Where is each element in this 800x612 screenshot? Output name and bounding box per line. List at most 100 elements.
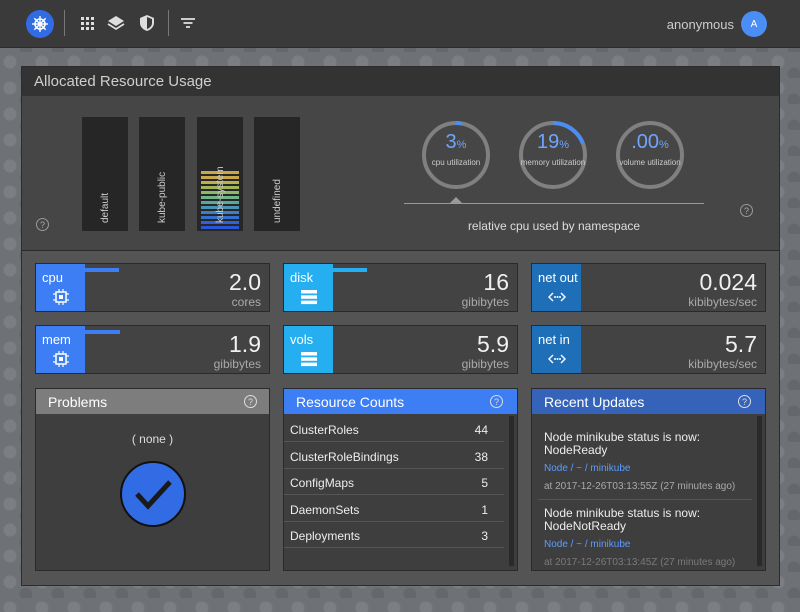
top-bar: anonymous A — [0, 0, 800, 48]
resource-count-row[interactable]: ClusterRoleBindings 38 — [284, 443, 504, 469]
resource-count-row[interactable]: ConfigMaps 5 — [284, 469, 504, 495]
metric-unit: gibibytes — [213, 357, 261, 371]
metric-icon-box: disk — [284, 264, 333, 311]
panel-title: Recent Updates — [532, 389, 765, 414]
usage-bar — [201, 226, 239, 229]
database-icon — [300, 289, 318, 305]
help-icon[interactable]: ? — [490, 395, 503, 408]
metric-icon-box: mem — [36, 326, 85, 373]
update-link[interactable]: Node / ~ / minikube — [544, 463, 630, 474]
metric-unit: cores — [231, 295, 261, 309]
toolbar-divider — [64, 10, 65, 36]
metric-icon-box: net out — [532, 264, 581, 311]
resource-label: ConfigMaps — [290, 476, 355, 490]
gauge-value: 3% — [445, 131, 467, 153]
user-name[interactable]: anonymous — [667, 17, 734, 32]
problems-status: ( none ) — [131, 432, 174, 446]
grid-icon[interactable] — [78, 14, 98, 34]
allocated-resource-usage-panel: Allocated Resource Usage ? default kube-… — [22, 67, 779, 251]
resource-count: 5 — [481, 476, 488, 490]
metric-tile-mem[interactable]: mem 1.9 gibibytes — [35, 325, 270, 374]
chip-icon — [52, 289, 70, 305]
memory-utilization-gauge[interactable]: 19% memory utilization — [517, 119, 589, 191]
namespace-column-undefined[interactable]: undefined — [254, 117, 300, 231]
metric-tile-net-out[interactable]: net out 0.024 kibibytes/sec — [531, 263, 766, 312]
divider — [538, 499, 752, 500]
metric-name: vols — [290, 332, 314, 347]
resource-count: 1 — [481, 502, 488, 517]
update-link[interactable]: Node / ~ / minikube — [544, 539, 630, 550]
check-circle-icon — [119, 460, 187, 533]
metric-name: mem — [42, 332, 71, 347]
metric-tile-disk[interactable]: disk 16 gibibytes — [283, 263, 518, 312]
namespace-label: kube-system — [215, 166, 226, 223]
update-time: at 2017-12-26T03:13:45Z (27 minutes ago) — [544, 557, 736, 568]
shield-icon[interactable] — [138, 14, 158, 34]
panel-title: Allocated Resource Usage — [22, 67, 779, 96]
metric-unit: gibibytes — [461, 295, 509, 309]
metric-tile-cpu[interactable]: cpu 2.0 cores — [35, 263, 270, 312]
update-time: at 2017-12-26T03:13:55Z (27 minutes ago) — [544, 481, 736, 492]
panel-title: Problems — [36, 389, 269, 414]
resource-count-row[interactable]: DaemonSets 1 — [284, 496, 504, 522]
metric-value: 5.7 — [725, 331, 757, 357]
divider — [404, 203, 704, 204]
metric-unit: kibibytes/sec — [688, 295, 757, 309]
panel-title: Resource Counts — [284, 389, 517, 414]
database-icon — [300, 351, 318, 367]
resource-count-row[interactable]: Deployments 3 — [284, 522, 504, 548]
recent-updates-panel: Recent Updates ? Node minikube status is… — [531, 388, 766, 571]
namespace-label: kube-public — [157, 171, 168, 223]
toolbar-divider — [168, 10, 169, 36]
resource-label: DaemonSets — [290, 502, 360, 517]
update-message: Node minikube status is now: NodeReady — [544, 430, 701, 457]
namespace-label: undefined — [272, 179, 283, 223]
gauge-label: memory utilization — [520, 158, 586, 167]
problems-panel: Problems ? ( none ) — [35, 388, 270, 571]
gauge-label: cpu utilization — [431, 158, 481, 167]
scrollbar[interactable] — [757, 416, 762, 566]
filter-icon[interactable] — [179, 14, 199, 34]
resource-count: 3 — [481, 529, 488, 543]
namespace-column-kube-public[interactable]: kube-public — [139, 117, 185, 231]
gauge-label: volume utilization — [619, 158, 681, 167]
metric-icon-box: net in — [532, 326, 581, 373]
help-icon[interactable]: ? — [36, 218, 49, 231]
metric-unit: gibibytes — [461, 357, 509, 371]
namespace-column-kube-system[interactable]: kube-system — [197, 117, 243, 231]
metric-tile-net-in[interactable]: net in 5.7 kibibytes/sec — [531, 325, 766, 374]
namespace-column-default[interactable]: default — [82, 117, 128, 231]
metric-value: 5.9 — [477, 331, 509, 357]
resource-label: Deployments — [290, 529, 361, 543]
resource-label: ClusterRoleBindings — [290, 449, 399, 464]
resource-counts-panel: Resource Counts ? ClusterRoles 44 ClusterR… — [283, 388, 518, 571]
resource-count-row[interactable]: ClusterRoles 44 — [284, 416, 504, 442]
cpu-utilization-gauge[interactable]: 3% cpu utilization — [420, 119, 492, 191]
panel-body: ( none ) — [36, 414, 269, 570]
metric-name: net out — [538, 270, 578, 285]
layers-icon[interactable] — [107, 14, 127, 34]
metric-tile-vols[interactable]: vols 5.9 gibibytes — [283, 325, 518, 374]
kubernetes-logo-icon[interactable] — [26, 10, 54, 38]
help-icon[interactable]: ? — [738, 395, 751, 408]
metric-value: 16 — [483, 269, 509, 295]
metric-name: net in — [538, 332, 570, 347]
metric-usage-bar — [85, 268, 119, 272]
panel-body: ClusterRoles 44 ClusterRoleBindings 38 Confi… — [284, 414, 517, 570]
metric-icon-box: cpu — [36, 264, 85, 311]
help-icon[interactable]: ? — [244, 395, 257, 408]
volume-utilization-gauge[interactable]: .00% volume utilization — [614, 119, 686, 191]
scrollbar[interactable] — [509, 416, 514, 566]
resource-label: ClusterRoles — [290, 423, 359, 437]
relative-usage-caption: relative cpu used by namespace — [467, 219, 641, 233]
chip-icon — [52, 351, 70, 367]
metric-value: 1.9 — [229, 331, 261, 357]
avatar[interactable]: A — [741, 11, 767, 37]
metric-unit: kibibytes/sec — [688, 357, 757, 371]
network-icon — [548, 289, 566, 305]
help-icon[interactable]: ? — [740, 204, 753, 217]
update-message: Node minikube status is now: NodeNotRead… — [544, 506, 701, 533]
resource-count: 38 — [474, 449, 488, 464]
namespace-label: default — [100, 192, 111, 223]
network-icon — [548, 351, 566, 367]
